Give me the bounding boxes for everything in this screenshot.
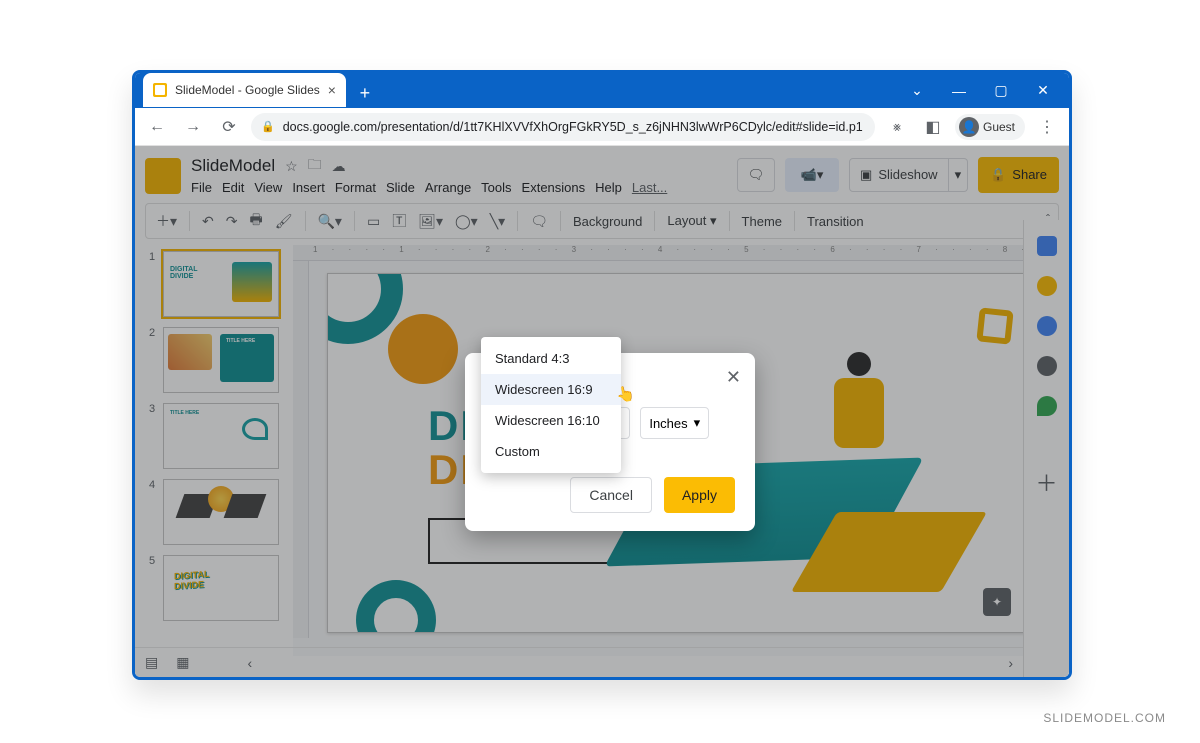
nav-reload-icon[interactable]: ⟳ [215,113,243,141]
url-text: docs.google.com/presentation/d/1tt7KHlXV… [283,120,863,134]
title-bar: SlideModel - Google Slides × + ⌄ — ▢ ✕ [135,73,1069,108]
cancel-button[interactable]: Cancel [570,477,652,513]
dialog-close-icon[interactable]: ✕ [726,367,741,388]
minimize-button[interactable]: — [941,77,977,105]
lock-icon: 🔒 [261,120,275,133]
maximize-button[interactable]: ▢ [983,77,1019,105]
browser-window: SlideModel - Google Slides × + ⌄ — ▢ ✕ ←… [132,70,1072,680]
avatar-icon: 👤 [959,117,979,137]
aspect-ratio-dropdown: Standard 4:3 Widescreen 16:9 Widescreen … [481,337,621,473]
browser-tab[interactable]: SlideModel - Google Slides × [143,73,346,107]
address-bar: ← → ⟳ 🔒 docs.google.com/presentation/d/1… [135,108,1069,146]
translate-icon[interactable]: ⨳ [883,113,911,141]
option-standard-4-3[interactable]: Standard 4:3 [481,343,621,374]
tab-title: SlideModel - Google Slides [175,83,320,97]
nav-forward-icon[interactable]: → [179,113,207,141]
profile-chip[interactable]: 👤 Guest [955,114,1025,140]
nav-back-icon[interactable]: ← [143,113,171,141]
url-field[interactable]: 🔒 docs.google.com/presentation/d/1tt7KHl… [251,113,875,141]
profile-label: Guest [983,120,1015,134]
close-window-button[interactable]: ✕ [1025,77,1061,105]
cursor-icon: 👆 [615,384,637,405]
chevron-down-icon[interactable]: ⌄ [899,77,935,105]
option-custom[interactable]: Custom [481,436,621,467]
watermark: SLIDEMODEL.COM [1043,711,1166,725]
new-tab-button[interactable]: + [352,81,378,107]
chevron-down-icon: ▾ [694,415,701,431]
unit-select[interactable]: Inches ▾ [640,407,709,439]
window-controls: ⌄ — ▢ ✕ [899,77,1061,105]
option-widescreen-16-10[interactable]: Widescreen 16:10 [481,405,621,436]
tab-close-icon[interactable]: × [328,82,336,98]
kebab-menu-icon[interactable]: ⋮ [1033,113,1061,141]
option-widescreen-16-9[interactable]: Widescreen 16:9 [481,374,621,405]
slides-favicon-icon [153,83,167,97]
install-icon[interactable]: ◧ [919,113,947,141]
apply-button[interactable]: Apply [664,477,735,513]
